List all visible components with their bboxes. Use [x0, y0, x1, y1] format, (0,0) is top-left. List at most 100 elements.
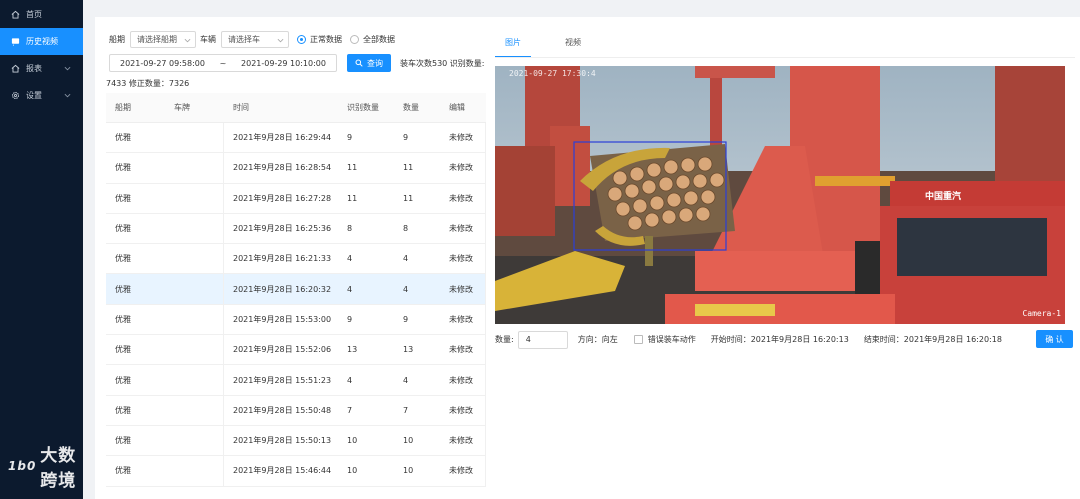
- cell-recognized: 10: [347, 436, 358, 446]
- header-plate: 车牌: [174, 103, 190, 112]
- gear-icon: [11, 91, 20, 100]
- cell-count: 7: [403, 405, 409, 415]
- ship-select[interactable]: 请选择船期: [130, 31, 196, 48]
- table-row[interactable]: 优雅 2021年9月28日 16:20:32 4 4 未修改: [106, 274, 486, 305]
- tab-divider: [495, 57, 1075, 58]
- count-label: 数量:: [495, 335, 514, 344]
- top-strip: [83, 0, 1080, 10]
- table-row[interactable]: 优雅 2021年9月28日 16:28:54 11 11 未修改: [106, 153, 486, 184]
- radio-all-data[interactable]: 全部数据: [350, 34, 395, 45]
- filter-row: 船期 请选择船期 车辆 请选择车 正常数据 全部数据: [109, 31, 395, 48]
- cell-edit: 未修改: [440, 456, 486, 486]
- header-time: 时间: [233, 103, 249, 112]
- radio-unchecked-icon: [350, 35, 359, 44]
- radio-all-label: 全部数据: [363, 35, 395, 44]
- car-select-placeholder: 请选择车: [228, 35, 260, 44]
- cell-recognized: 4: [347, 375, 353, 385]
- cell-plate: [165, 395, 224, 425]
- radio-normal-label: 正常数据: [310, 35, 342, 44]
- cell-plate: [165, 123, 224, 153]
- cell-recognized: 8: [347, 224, 353, 234]
- cell-recognized: 13: [347, 345, 358, 355]
- table-header: 船期 车牌 时间 识别数量 数量 编辑: [106, 93, 486, 123]
- sidebar-item-label: 首页: [26, 10, 42, 19]
- table-row[interactable]: 优雅 2021年9月28日 15:52:06 13 13 未修改: [106, 335, 486, 366]
- detection-controls: 数量: 4 方向：向左 错误装车动作 开始时间：2021年9月28日 16:20…: [495, 330, 1073, 349]
- sidebar-item-label: 设置: [26, 91, 42, 100]
- radio-checked-icon: [297, 35, 306, 44]
- cell-recognized: 11: [347, 193, 358, 203]
- load-stats: 装车次数530 识别数量:: [400, 58, 485, 68]
- misdetect-checkbox[interactable]: [633, 335, 643, 344]
- cell-count: 4: [403, 284, 409, 294]
- table-row[interactable]: 优雅 2021年9月28日 16:25:36 8 8 未修改: [106, 213, 486, 245]
- cell-ship: 优雅: [115, 345, 131, 355]
- cell-time: 2021年9月28日 15:52:06: [233, 345, 332, 355]
- table-row[interactable]: 优雅 2021年9月28日 16:21:33 4 4 未修改: [106, 244, 486, 275]
- logo-mark: 1b0: [8, 459, 37, 473]
- header-edit: 编辑: [449, 103, 465, 112]
- camera-scene: 中国重汽: [495, 66, 1065, 324]
- cell-time: 2021年9月28日 15:51:23: [233, 375, 332, 385]
- table-row[interactable]: 优雅 2021年9月28日 16:29:44 9 9 未修改: [106, 123, 486, 154]
- table-row[interactable]: 优雅 2021年9月28日 15:50:48 7 7 未修改: [106, 395, 486, 426]
- date-filter-row: 2021-09-27 09:58:00 ~ 2021-09-29 10:10:0…: [109, 54, 485, 72]
- cell-ship: 优雅: [115, 466, 131, 476]
- cell-time: 2021年9月28日 16:27:28: [233, 193, 332, 203]
- cell-ship: 优雅: [115, 224, 131, 234]
- sidebar-item-label: 报表: [26, 64, 42, 73]
- cell-time: 2021年9月28日 16:21:33: [233, 254, 332, 264]
- cell-plate: [165, 335, 224, 365]
- cell-ship: 优雅: [115, 375, 131, 385]
- header-recognized: 识别数量: [347, 103, 379, 112]
- camera-snapshot[interactable]: 中国重汽 2021-09-27 17:30:4 Camera-1: [495, 66, 1065, 324]
- table-row[interactable]: 优雅 2021年9月28日 15:51:23 4 4 未修改: [106, 365, 486, 396]
- cell-count: 4: [403, 254, 409, 264]
- cell-time: 2021年9月28日 16:25:36: [233, 224, 332, 234]
- cell-count: 4: [403, 375, 409, 385]
- direction-text: 方向：向左: [577, 335, 618, 344]
- sidebar-item-history-video[interactable]: 历史视频: [0, 28, 83, 55]
- sidebar: 首页 历史视频 报表 设置 1b0 大数跨境: [0, 0, 83, 499]
- end-time: 结束时间：2021年9月28日 16:20:18: [863, 335, 1002, 344]
- count-input[interactable]: 4: [517, 330, 568, 349]
- radio-normal-data[interactable]: 正常数据: [297, 34, 342, 45]
- cell-time: 2021年9月28日 15:53:00: [233, 314, 332, 324]
- logo-text: 大数跨境: [40, 446, 77, 491]
- cell-plate: [165, 365, 224, 395]
- cell-recognized: 10: [347, 466, 358, 476]
- tab-video[interactable]: 视频: [555, 31, 591, 57]
- cell-edit: 未修改: [440, 395, 486, 425]
- cell-time: 2021年9月28日 15:46:44: [233, 466, 332, 476]
- viewer-panel: 图片 视频 中国重汽 2021-09-27 17:30:4 Camera-1 数…: [488, 17, 1080, 499]
- confirm-button[interactable]: 确 认: [1036, 330, 1073, 348]
- cell-edit: 未修改: [440, 304, 486, 335]
- table-row[interactable]: 优雅 2021年9月28日 15:50:13 10 10 未修改: [106, 425, 486, 457]
- chevron-down-icon: [277, 37, 284, 44]
- cell-plate: [165, 183, 224, 213]
- query-button[interactable]: 查询: [347, 54, 391, 72]
- car-label: 车辆: [200, 35, 216, 44]
- table-row[interactable]: 优雅 2021年9月28日 16:27:28 11 11 未修改: [106, 183, 486, 214]
- tab-image[interactable]: 图片: [495, 31, 531, 57]
- cell-plate: [165, 213, 224, 244]
- table-body: 优雅 2021年9月28日 16:29:44 9 9 未修改 优雅 2021年9月28日 1…: [106, 123, 486, 487]
- cell-plate: [165, 456, 224, 486]
- date-range-picker[interactable]: 2021-09-27 09:58:00 ~ 2021-09-29 10:10:0…: [109, 54, 337, 72]
- cell-time: 2021年9月28日 16:29:44: [233, 133, 332, 143]
- sidebar-item-settings[interactable]: 设置: [0, 82, 83, 109]
- date-end: 2021-09-29 10:10:00: [241, 58, 326, 68]
- cell-ship: 优雅: [115, 314, 131, 324]
- car-select[interactable]: 请选择车: [221, 31, 289, 48]
- cell-plate: [165, 304, 224, 335]
- records-panel: 船期 请选择船期 车辆 请选择车 正常数据 全部数据 2021-09-27 09…: [95, 17, 488, 499]
- cell-plate: [165, 153, 224, 183]
- cell-edit: 未修改: [440, 425, 486, 456]
- sidebar-item-home[interactable]: 首页: [0, 1, 83, 28]
- ship-label: 船期: [109, 35, 125, 44]
- report-icon: [11, 64, 20, 73]
- sidebar-item-report[interactable]: 报表: [0, 55, 83, 82]
- table-row[interactable]: 优雅 2021年9月28日 15:46:44 10 10 未修改: [106, 456, 486, 487]
- table-row[interactable]: 优雅 2021年9月28日 15:53:00 9 9 未修改: [106, 304, 486, 336]
- cell-edit: 未修改: [440, 183, 486, 213]
